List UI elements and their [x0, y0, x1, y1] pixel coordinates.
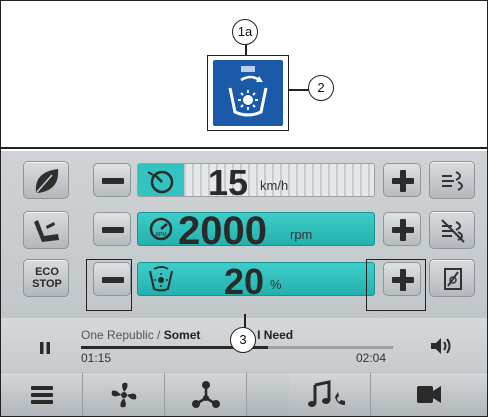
network-icon	[192, 381, 220, 408]
callout-3-plus-box	[366, 259, 426, 311]
nav-menu-button[interactable]	[1, 373, 83, 416]
nav-fan-button[interactable]	[83, 373, 165, 416]
rpm-row: RPM 2000 rpm	[89, 209, 425, 253]
symbol-tile	[207, 55, 289, 131]
air-flow-off-button[interactable]	[429, 211, 475, 249]
rpm-plus-button[interactable]	[383, 212, 421, 246]
air-flow-off-icon	[441, 219, 465, 243]
pause-icon[interactable]	[39, 341, 51, 355]
rpm-value: 2000	[178, 209, 267, 253]
illustration-area: 1a 2	[1, 1, 487, 149]
speed-value: 15	[208, 162, 249, 203]
heater-unit: %	[270, 277, 282, 292]
heater-value: 20	[224, 261, 265, 302]
bottom-nav	[1, 373, 487, 416]
speedometer-icon	[138, 164, 184, 196]
seat-icon	[34, 220, 59, 242]
song-artist: One Republic /	[81, 328, 164, 342]
speed-track: 15 km/h	[137, 162, 375, 203]
callout-2-line	[289, 89, 309, 91]
menu-icon	[31, 386, 53, 404]
fan-icon	[111, 382, 137, 408]
eco-stop-line1: ECO	[35, 266, 59, 278]
seat-button[interactable]	[23, 211, 69, 249]
control-panel: ECO STOP 15 km/h RPM 2000 rpm 20 % One R…	[1, 151, 487, 416]
media-player: One Republic / Somet g I Need 01:15 02:04…	[1, 314, 487, 372]
defrost-button[interactable]	[429, 259, 475, 297]
speed-row: 15 km/h	[89, 160, 425, 203]
heater-track: 20 %	[137, 261, 375, 302]
nav-camera-button[interactable]	[371, 373, 487, 416]
rpm-gauge-icon: RPM	[149, 217, 173, 241]
rpm-unit: rpm	[290, 227, 313, 242]
camera-icon	[417, 386, 441, 403]
elapsed-time: 01:15	[81, 351, 112, 365]
total-time: 02:04	[356, 351, 387, 365]
cab-heater-auto-icon	[213, 60, 283, 126]
callout-3-line	[244, 314, 246, 328]
fan-icon	[149, 266, 173, 292]
defrost-icon	[444, 268, 462, 290]
speed-unit: km/h	[260, 178, 289, 193]
svg-text:RPM: RPM	[155, 232, 166, 238]
callout-1a: 1a	[232, 19, 258, 45]
speed-minus-button[interactable]	[93, 163, 131, 197]
nav-media-button[interactable]	[289, 373, 371, 416]
speed-plus-button[interactable]	[383, 163, 421, 197]
callout-2: 2	[308, 75, 334, 101]
rpm-track: RPM 2000 rpm	[137, 209, 375, 253]
callout-3-minus-box	[86, 259, 132, 311]
eco-stop-line2: STOP	[32, 278, 62, 290]
volume-icon[interactable]	[429, 336, 453, 356]
rpm-minus-button[interactable]	[93, 212, 131, 246]
song-info: One Republic / Somet g I Need	[81, 328, 293, 342]
song-title: Somet	[163, 328, 201, 342]
air-flow-icon	[442, 171, 463, 191]
callout-3: 3	[230, 327, 256, 353]
eco-stop-button[interactable]: ECO STOP	[23, 259, 69, 297]
eco-mode-button[interactable]	[23, 161, 69, 199]
leaf-icon	[35, 169, 59, 193]
air-flow-button[interactable]	[429, 161, 475, 199]
music-phone-icon	[308, 380, 345, 407]
nav-network-button[interactable]	[165, 373, 247, 416]
